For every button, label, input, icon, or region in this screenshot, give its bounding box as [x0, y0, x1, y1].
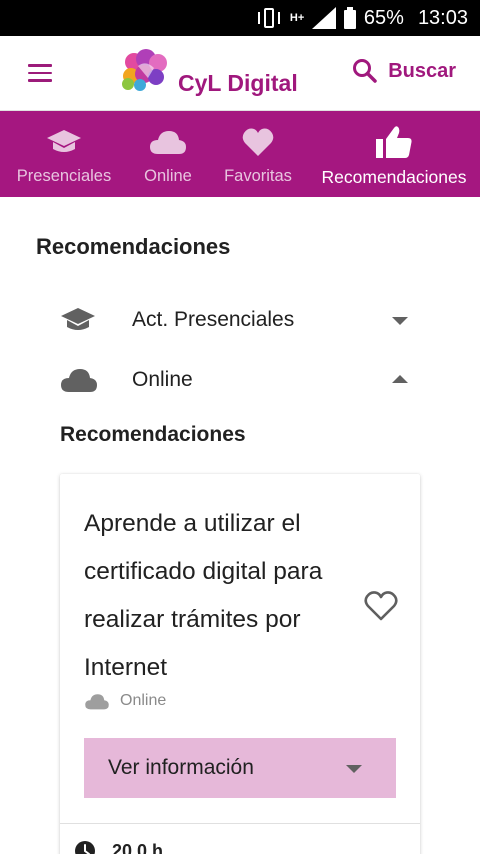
section-subtitle: Recomendaciones	[60, 423, 246, 446]
divider	[60, 823, 420, 824]
signal-icon	[311, 7, 336, 29]
search-button[interactable]: Buscar	[352, 56, 456, 86]
page-title: Recomendaciones	[36, 234, 231, 259]
tab-favoritas[interactable]: Favoritas	[208, 111, 308, 197]
brand-title: CyL Digital	[178, 70, 298, 96]
tab-label: Online	[144, 167, 192, 185]
tab-presenciales[interactable]: Presenciales	[0, 111, 128, 197]
graduation-cap-icon	[47, 130, 81, 152]
app-logo	[122, 49, 167, 91]
accordion-label: Act. Presenciales	[132, 308, 295, 331]
duration-value: 20,0 h	[112, 840, 164, 854]
heart-icon	[242, 128, 274, 156]
course-mode-label: Online	[120, 692, 167, 709]
favorite-button[interactable]	[364, 590, 398, 622]
accordion-online[interactable]: Online	[60, 360, 420, 400]
menu-icon	[28, 64, 52, 67]
battery-icon	[343, 7, 356, 29]
battery-percent: 65%	[363, 6, 404, 29]
course-title: Aprende a utilizar el certificado digita…	[84, 510, 323, 681]
chevron-up-icon	[392, 375, 408, 383]
vibrate-icon	[256, 7, 282, 29]
info-button-label: Ver información	[108, 756, 254, 779]
tab-bar: Presenciales Online Favoritas Recomendac…	[0, 111, 480, 197]
app-bar: CyL Digital Buscar	[0, 36, 480, 111]
chevron-down-icon	[346, 765, 362, 773]
accordion-label: Online	[132, 368, 193, 391]
heart-outline-icon	[364, 591, 398, 621]
thumbs-up-icon	[376, 126, 412, 158]
search-icon	[353, 59, 377, 83]
tab-online[interactable]: Online	[128, 111, 208, 197]
course-card[interactable]: Aprende a utilizar el certificado digita…	[60, 474, 420, 854]
course-mode: Online	[84, 692, 166, 710]
graduation-cap-icon	[61, 308, 95, 330]
cloud-icon	[150, 131, 186, 154]
chevron-down-icon	[392, 317, 408, 325]
clock-icon	[75, 841, 95, 854]
cloud-icon	[85, 693, 109, 709]
status-bar: H+ 65% 13:03	[0, 0, 480, 36]
tab-label: Favoritas	[224, 167, 292, 185]
course-duration: 20,0 h	[74, 840, 163, 854]
tab-recomendaciones[interactable]: Recomendaciones	[308, 111, 480, 197]
tab-label: Recomendaciones	[321, 167, 467, 187]
menu-button[interactable]	[28, 64, 52, 82]
network-type-indicator: H+	[289, 12, 305, 24]
clock: 13:03	[417, 6, 468, 29]
ver-informacion-button[interactable]: Ver información	[84, 738, 396, 798]
tab-label: Presenciales	[16, 167, 112, 185]
search-label: Buscar	[388, 59, 456, 82]
accordion-act-presenciales[interactable]: Act. Presenciales	[60, 300, 420, 340]
cloud-icon	[61, 369, 97, 392]
